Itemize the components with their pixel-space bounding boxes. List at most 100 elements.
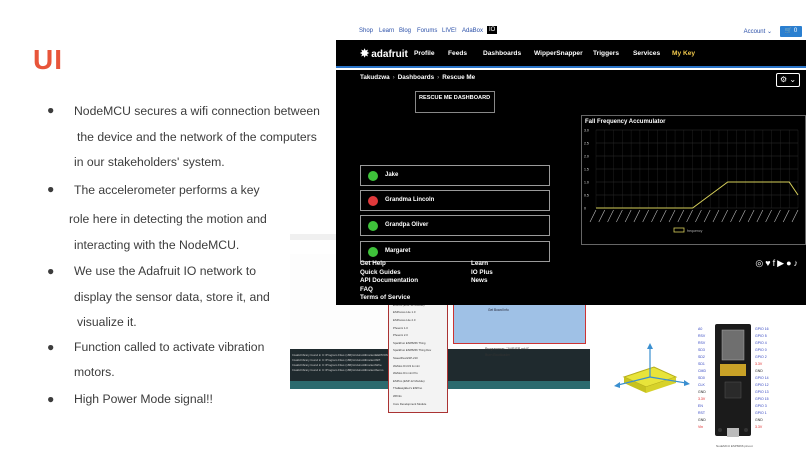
- x-tick-label: [642, 209, 649, 223]
- footer-get-help[interactable]: Get Help: [360, 260, 418, 269]
- twitter-icon[interactable]: ♥: [765, 258, 772, 268]
- indicator-label: Jake: [385, 172, 399, 178]
- footer-faq[interactable]: FAQ: [360, 286, 418, 295]
- footer-help-links: Get Help Quick Guides API Documentation …: [360, 260, 418, 303]
- footer-io-plus[interactable]: IO Plus: [471, 269, 493, 278]
- bullet-text: NodeMCU secures a wifi connection betwee…: [74, 104, 320, 118]
- adabox-link[interactable]: AdaBox: [462, 28, 483, 34]
- adafruit-star-icon: ✸: [360, 48, 370, 60]
- nav-triggers[interactable]: Triggers: [593, 50, 619, 57]
- x-tick-label: [747, 209, 755, 223]
- pin-label: GND: [698, 390, 706, 394]
- indicator-label: Grandma Lincoln: [385, 197, 435, 203]
- adafruit-io-window: Shop Learn Blog Forums LIVE! AdaBox IO A…: [336, 25, 806, 305]
- board-menu-item[interactable]: Phoenix 1.0: [393, 326, 408, 330]
- pin-label: CMD: [698, 369, 706, 373]
- info-line: Get Board Info: [488, 308, 509, 312]
- shop-link[interactable]: Shop: [359, 28, 373, 34]
- board-menu-item[interactable]: SparkFun ESP8266 Thing: [393, 341, 425, 345]
- cart-button[interactable]: 🛒 0: [780, 26, 802, 37]
- console-line: Invalid library found in C:\Program File…: [292, 353, 389, 357]
- bullet-text: High Power Mode signal!!: [74, 392, 213, 406]
- breadcrumb-dashboards[interactable]: Dashboards: [398, 74, 434, 81]
- footer-learn-links: Learn IO Plus News: [471, 260, 493, 286]
- nav-wippersnapper[interactable]: WipperSnapper: [534, 50, 583, 57]
- footer-learn[interactable]: Learn: [471, 260, 493, 269]
- instagram-icon[interactable]: ◎: [755, 258, 765, 268]
- bullet-text: in our stakeholders' system.: [74, 155, 225, 169]
- pin-label: GPIO 0: [755, 348, 767, 352]
- x-tick-label: [730, 209, 737, 223]
- github-icon[interactable]: ●: [786, 258, 793, 268]
- bullet-text: display the sensor data, store it, and: [74, 290, 270, 304]
- programmer-menu[interactable]: Programmer: "AVRISP mkII" Burn Bootloade…: [485, 346, 529, 358]
- dashboard-settings-button[interactable]: ⚙ ⌄: [776, 73, 800, 87]
- footer-terms[interactable]: Terms of Service: [360, 294, 418, 303]
- blog-link[interactable]: Blog: [399, 28, 411, 34]
- bullet-dot: ●: [47, 182, 55, 196]
- bullet-text: role here in detecting the motion and: [69, 212, 267, 226]
- pin-label: SD3: [698, 348, 705, 352]
- board-menu-item[interactable]: Core Development Module: [393, 402, 426, 406]
- x-tick-label: [739, 209, 746, 223]
- dashboard-main: Takudzwa › Dashboards › Rescue Me ⚙ ⌄ RESCUE…: [336, 70, 806, 305]
- board-menu-item[interactable]: ESPresso Lite 2.0: [393, 318, 415, 322]
- board-menu-item[interactable]: WeMos D1 R2 & mini: [393, 364, 420, 368]
- y-tick-label: 2.0: [584, 155, 589, 159]
- nav-profile[interactable]: Profile: [414, 50, 435, 57]
- board-menu-item[interactable]: ThaiEasyElec's ESPino: [393, 386, 422, 390]
- board-menu-item[interactable]: SparkFun ESP8266 Thing Dev: [393, 348, 431, 352]
- text-block: RESCUE ME DASHBOARD: [415, 91, 495, 113]
- nav-dashboards[interactable]: Dashboards: [483, 50, 521, 57]
- y-tick-label: 0: [584, 207, 586, 211]
- breadcrumb-user[interactable]: Takudzwa: [360, 74, 390, 81]
- x-tick-label: [677, 209, 685, 223]
- line-chart-block: Fall Frequency Accumulator 3.0 2.5 2.0 1.5 1…: [581, 115, 806, 245]
- io-link[interactable]: IO: [487, 26, 498, 34]
- footer-news[interactable]: News: [471, 277, 493, 286]
- x-tick-label: [686, 209, 693, 223]
- x-tick-label: [703, 209, 711, 223]
- board-menu-item[interactable]: ESPresso Lite 1.0: [393, 310, 415, 314]
- pin-label: Vin: [698, 425, 703, 429]
- x-tick-label: [633, 209, 641, 223]
- pin-label: GND: [698, 418, 706, 422]
- account-menu[interactable]: Account ⌄: [744, 28, 772, 35]
- footer-api-docs[interactable]: API Documentation: [360, 277, 418, 286]
- console-line: Invalid library found in C:\Program File…: [292, 363, 382, 367]
- board-menu-item[interactable]: WifInfo: [393, 394, 402, 398]
- forums-link[interactable]: Forums: [417, 28, 437, 34]
- youtube-icon[interactable]: ▶: [777, 258, 786, 268]
- pin-label: 3.3V: [755, 425, 763, 429]
- nav-services[interactable]: Services: [633, 50, 660, 57]
- social-links: ◎♥f▶●♪: [755, 258, 800, 269]
- pin-label: RSV: [698, 334, 706, 338]
- nav-my-key[interactable]: My Key: [672, 50, 695, 57]
- adafruit-logo[interactable]: ✸ adafruit: [360, 47, 408, 60]
- learn-link[interactable]: Learn: [379, 28, 394, 34]
- y-tick-label: 1.5: [584, 168, 589, 172]
- bullet-text: We use the Adafruit IO network to: [74, 264, 257, 278]
- pin-label: GPIO 14: [755, 376, 769, 380]
- footer-quick-guides[interactable]: Quick Guides: [360, 269, 418, 278]
- breadcrumb: Takudzwa › Dashboards › Rescue Me: [360, 74, 476, 81]
- main-navbar: ✸ adafruit Profile Feeds Dashboards Wippe…: [336, 40, 806, 68]
- board-menu-item[interactable]: Phoenix 2.0: [393, 333, 408, 337]
- y-tick-label: 2.5: [584, 142, 589, 146]
- board-menu-item[interactable]: SweetPea ESP-210: [393, 356, 418, 360]
- burn-bootloader-item[interactable]: Burn Bootloader: [485, 352, 529, 358]
- tiktok-icon[interactable]: ♪: [794, 258, 801, 268]
- board-menu-item[interactable]: WeMos D1 mini Pro: [393, 371, 418, 375]
- status-indicator: [368, 221, 378, 231]
- pin-label: GPIO 2: [755, 355, 767, 359]
- board-menu-item[interactable]: ESPino (ESP-12 Module): [393, 379, 425, 383]
- pin-label: 3.3V: [755, 362, 763, 366]
- live-link[interactable]: LIVE!: [442, 28, 457, 34]
- pin-label: GPIO 13: [755, 390, 769, 394]
- x-tick-label: [607, 209, 614, 223]
- nav-feeds[interactable]: Feeds: [448, 50, 467, 57]
- legend-swatch: [673, 227, 685, 233]
- bullet-text: The accelerometer performs a key: [74, 183, 260, 197]
- top-links-bar: Shop Learn Blog Forums LIVE! AdaBox IO A…: [336, 25, 806, 40]
- bullet-text: visualize it.: [77, 315, 137, 329]
